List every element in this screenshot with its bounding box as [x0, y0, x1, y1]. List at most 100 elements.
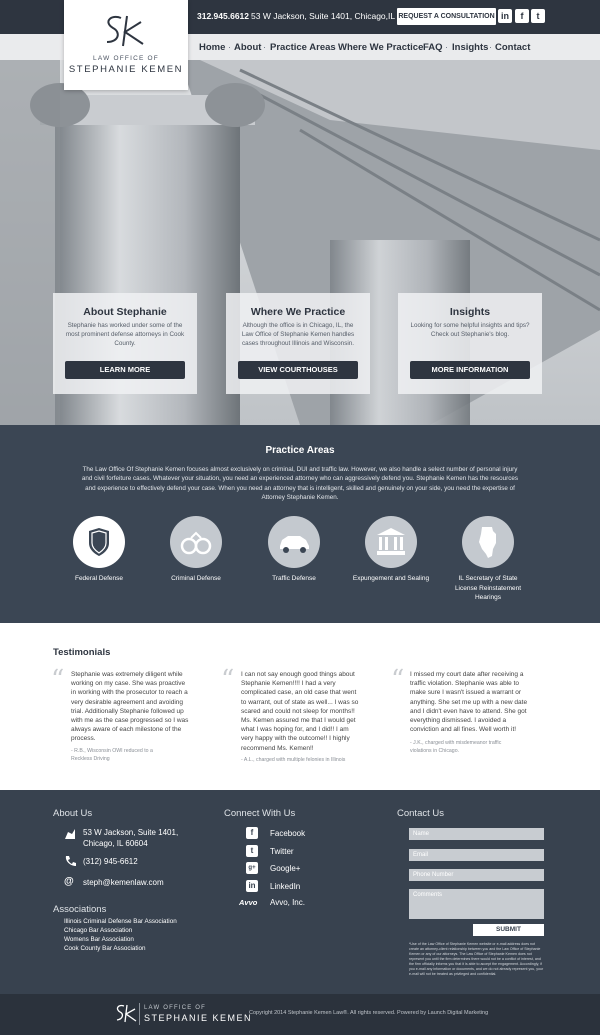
license-reinstatement-label: IL Secretary of State License Reinstatem…: [454, 575, 522, 601]
card-description: Although the office is in Chicago, IL, t…: [241, 322, 355, 347]
googleplus-link[interactable]: Google+: [270, 863, 300, 874]
linkedin-link[interactable]: LinkedIn: [270, 881, 300, 892]
practice-description: The Law Office Of Stephanie Kemen focuse…: [81, 466, 519, 502]
testimonial-text: I can not say enough good things about S…: [241, 671, 359, 752]
testimonial-source: - J.K., charged with misdemeanor traffic…: [410, 740, 502, 754]
nav-practice-areas[interactable]: Practice Areas: [270, 42, 336, 53]
copyright-text: Copyright 2014 Stephanie Kemen Law®. All…: [249, 1010, 489, 1016]
nav-home[interactable]: Home: [199, 42, 225, 53]
federal-defense-label: Federal Defense: [74, 575, 124, 582]
associations-heading: Associations: [53, 904, 107, 915]
about-us-heading: About Us: [53, 808, 93, 819]
association-item: Cook County Bar Association: [64, 945, 146, 952]
association-item: Womens Bar Association: [64, 936, 134, 943]
email-field[interactable]: Email: [409, 849, 544, 861]
googleplus-icon: g+: [246, 862, 258, 874]
phone-field[interactable]: Phone Number: [409, 869, 544, 881]
disclaimer-text: *Use of the Law Office of Stephanie Keme…: [409, 942, 544, 976]
header-address: 53 W Jackson, Suite 1401, Chicago,IL: [251, 11, 396, 21]
footer-address-line2: Chicago, IL 60604: [83, 839, 148, 848]
license-reinstatement-button[interactable]: [462, 516, 514, 568]
testimonial-source: - R.B., Wisconsin OWI reduced to a Reckl…: [71, 748, 153, 762]
quote-icon: “: [391, 665, 405, 695]
quote-icon: “: [221, 665, 235, 695]
facebook-icon[interactable]: f: [515, 9, 529, 23]
courthouse-icon: [377, 528, 405, 555]
footer-email[interactable]: steph@kemenlaw.com: [83, 877, 164, 888]
view-courthouses-button[interactable]: VIEW COURTHOUSES: [238, 361, 358, 379]
logo-divider: [139, 1003, 140, 1025]
quote-icon: “: [51, 665, 65, 695]
facebook-icon: f: [246, 827, 258, 839]
linkedin-icon[interactable]: in: [498, 9, 512, 23]
testimonial-text: I missed my court date after receiving a…: [410, 671, 528, 734]
card-insights: Insights Looking for some helpful insigh…: [398, 293, 542, 394]
twitter-icon[interactable]: t: [531, 9, 545, 23]
card-title: Insights: [449, 306, 491, 318]
testimonial-text: Stephanie was extremely diligent while w…: [71, 671, 189, 743]
expungement-label: Expungement and Sealing: [352, 575, 430, 582]
facebook-link[interactable]: Facebook: [270, 828, 305, 839]
bottom-logo-line1: LAW OFFICE OF: [144, 1005, 207, 1011]
card-title: About Stephanie: [83, 306, 167, 318]
criminal-defense-label: Criminal Defense: [171, 575, 221, 582]
nav-insights[interactable]: Insights: [452, 42, 488, 53]
nav-contact[interactable]: Contact: [495, 42, 530, 53]
bottom-bar: LAW OFFICE OF STEPHANIE KEMEN Copyright …: [0, 994, 600, 1035]
submit-button[interactable]: SUBMIT: [473, 924, 544, 936]
nav-separator: ·: [489, 42, 492, 52]
nav-separator: ·: [263, 42, 266, 52]
twitter-link[interactable]: Twitter: [270, 846, 294, 857]
illinois-icon: [479, 527, 496, 558]
twitter-icon: t: [246, 845, 258, 857]
hero-section: LAW OFFICE OF STEPHANIE KEMEN 312.945.66…: [0, 0, 600, 425]
car-icon: [280, 536, 309, 553]
card-where-we-practice: Where We Practice Although the office is…: [226, 293, 370, 394]
logo-mark-icon: [106, 15, 144, 47]
footer: About Us 53 W Jackson, Suite 1401, Chica…: [0, 790, 600, 994]
practice-title: Practice Areas: [265, 445, 335, 456]
card-description: Stephanie has worked under some of the m…: [65, 322, 185, 347]
avvo-link[interactable]: Avvo, Inc.: [270, 897, 305, 908]
card-title: Where We Practice: [250, 306, 346, 318]
traffic-defense-button[interactable]: [268, 516, 320, 568]
request-consultation-button[interactable]: REQUEST A CONSULTATION: [397, 8, 496, 25]
nav-about[interactable]: About: [234, 42, 261, 53]
nav-separator: ·: [331, 42, 334, 52]
testimonials-title: Testimonials: [53, 647, 111, 658]
header-phone[interactable]: 312.945.6612: [197, 11, 249, 21]
name-field[interactable]: Name: [409, 828, 544, 840]
footer-phone[interactable]: (312) 945-6612: [83, 856, 138, 867]
nav-where-we-practice[interactable]: Where We Practice: [338, 42, 423, 53]
association-item: Chicago Bar Association: [64, 927, 133, 934]
linkedin-icon: in: [246, 880, 258, 892]
comments-field[interactable]: Comments: [409, 889, 544, 919]
map-icon: [65, 829, 75, 839]
logo-line1: LAW OFFICE OF: [93, 55, 159, 62]
nav-faq[interactable]: FAQ: [423, 42, 443, 53]
phone-icon: [65, 856, 76, 866]
shield-icon: [89, 528, 109, 556]
association-item: Illinois Criminal Defense Bar Associatio…: [64, 918, 177, 925]
connect-heading: Connect With Us: [224, 808, 296, 819]
testimonial-source: - A.L., charged with multiple felonies i…: [241, 757, 346, 763]
card-about-stephanie: About Stephanie Stephanie has worked und…: [53, 293, 197, 394]
learn-more-button[interactable]: LEARN MORE: [65, 361, 185, 379]
avvo-icon: Avvo: [239, 898, 258, 907]
expungement-sealing-button[interactable]: [365, 516, 417, 568]
handcuffs-icon: [180, 531, 212, 555]
logo-mark-icon: [116, 1004, 137, 1023]
bottom-logo-line2: STEPHANIE KEMEN: [144, 1013, 253, 1023]
site-logo[interactable]: LAW OFFICE OF STEPHANIE KEMEN: [64, 0, 188, 90]
more-information-button[interactable]: MORE INFORMATION: [410, 361, 530, 379]
criminal-defense-button[interactable]: [170, 516, 222, 568]
federal-defense-button[interactable]: [73, 516, 125, 568]
contact-heading: Contact Us: [397, 808, 444, 819]
card-description: Looking for some helpful insights and ti…: [410, 322, 530, 338]
logo-line2: STEPHANIE KEMEN: [68, 64, 184, 75]
nav-separator: ·: [445, 42, 448, 52]
footer-address-line1: 53 W Jackson, Suite 1401,: [83, 828, 179, 837]
traffic-defense-label: Traffic Defense: [272, 575, 316, 582]
nav-separator: ·: [228, 42, 231, 52]
nav-separator: ·: [417, 42, 420, 52]
